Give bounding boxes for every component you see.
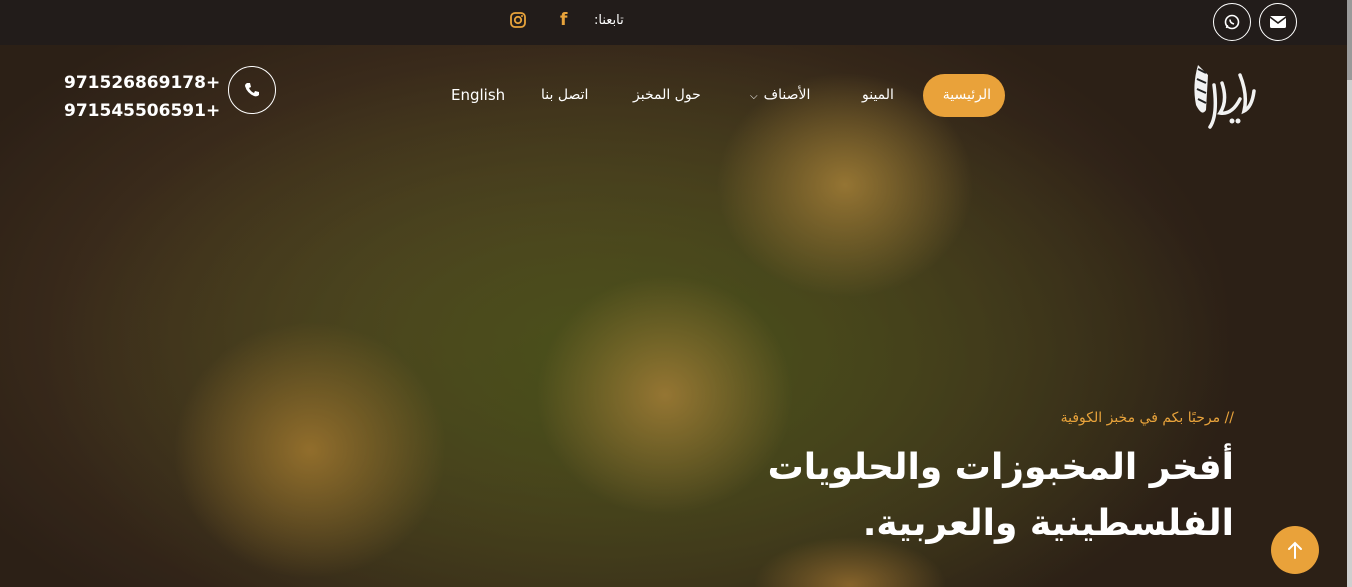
email-button[interactable] xyxy=(1259,3,1297,41)
phone-icon xyxy=(245,83,259,97)
hero-headline: أفخر المخبوزات والحلويات الفلسطينية والع… xyxy=(767,447,1234,544)
call-button[interactable] xyxy=(228,66,276,114)
phone-number-1[interactable]: 971526869178+ xyxy=(64,69,220,97)
top-bar: تابعنا: f xyxy=(0,0,1352,45)
nav-language-english[interactable]: English xyxy=(451,74,505,117)
whatsapp-icon xyxy=(1224,14,1240,30)
hero-welcome-text: // مرحبًا بكم في مخبز الكوفية xyxy=(1060,410,1234,426)
back-to-top-button[interactable] xyxy=(1271,526,1319,574)
follow-us-label: تابعنا: xyxy=(594,13,624,28)
nav-menu[interactable]: المينو xyxy=(862,74,894,117)
phone-number-2[interactable]: 971545506591+ xyxy=(64,97,220,125)
nav-home[interactable]: الرئيسية xyxy=(923,74,1005,117)
instagram-link[interactable] xyxy=(510,12,526,33)
whatsapp-button[interactable] xyxy=(1213,3,1251,41)
page-scrollbar[interactable] xyxy=(1347,0,1352,587)
facebook-icon: f xyxy=(560,10,568,30)
scrollbar-thumb[interactable] xyxy=(1347,0,1352,80)
kufiya-logo-icon xyxy=(1194,65,1256,129)
instagram-icon xyxy=(510,12,526,28)
arrow-up-icon xyxy=(1288,541,1302,559)
nav-contact[interactable]: اتصل بنا xyxy=(541,74,588,117)
nav-categories-label: الأصناف xyxy=(763,87,811,103)
nav-about[interactable]: حول المخبز xyxy=(633,74,701,117)
nav-categories[interactable]: الأصناف ⌵ xyxy=(750,74,810,117)
facebook-link[interactable]: f xyxy=(560,10,567,30)
phone-numbers: 971526869178+ 971545506591+ xyxy=(64,69,220,125)
email-icon xyxy=(1270,16,1286,28)
chevron-down-icon: ⌵ xyxy=(750,91,758,102)
site-logo[interactable] xyxy=(1188,55,1260,135)
